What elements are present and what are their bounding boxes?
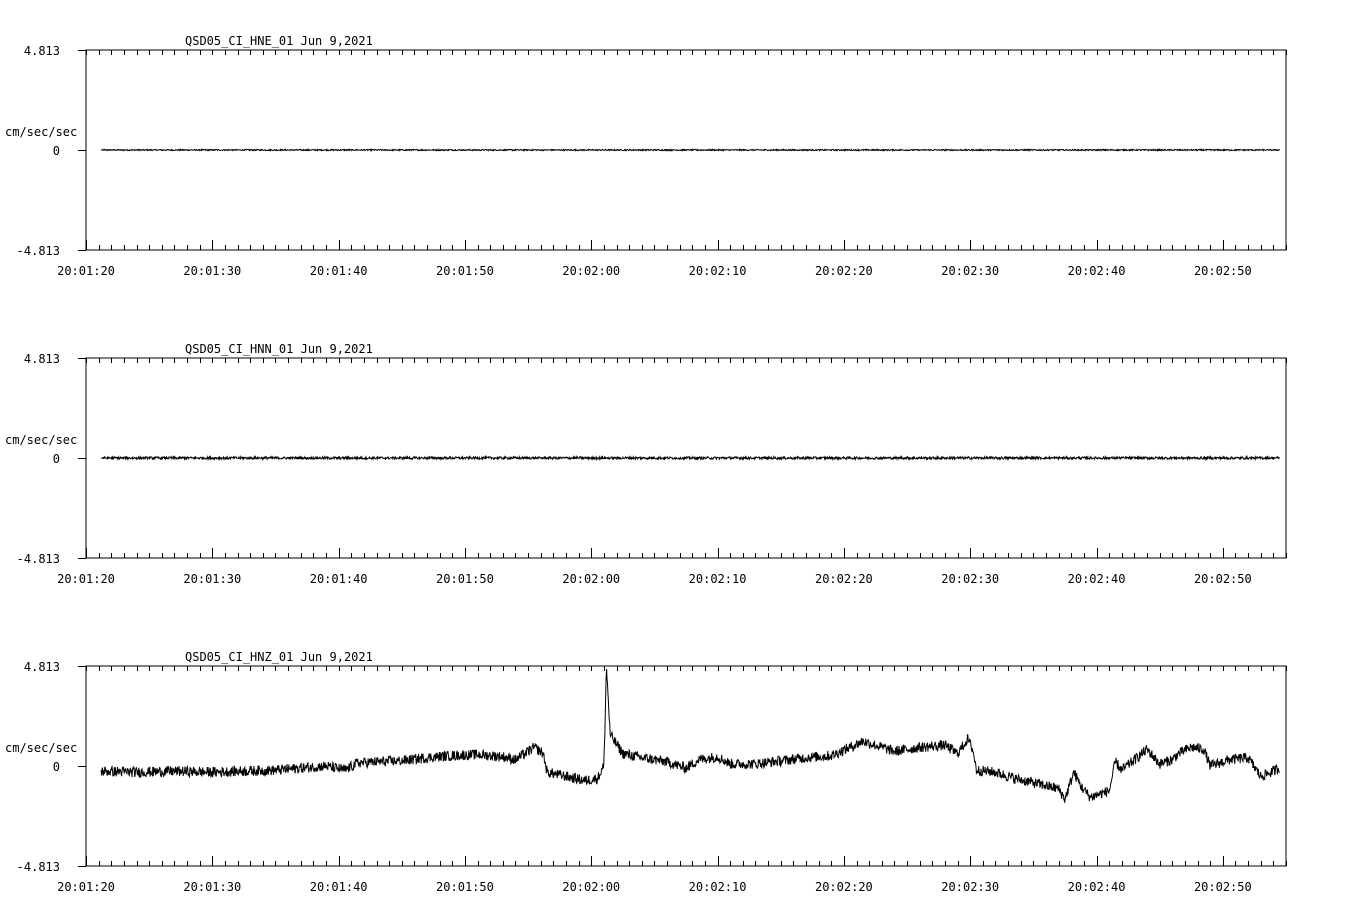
panel-hnz: QSD05_CI_HNZ_01 Jun 9,2021 cm/sec/sec 4.… xyxy=(5,650,1287,894)
x-tick-label: 20:01:20 xyxy=(57,880,115,894)
x-tick-label: 20:02:30 xyxy=(941,880,999,894)
x-tick-label: 20:02:50 xyxy=(1194,880,1252,894)
x-tick-label: 20:01:50 xyxy=(436,880,494,894)
x-tick-label: 20:02:20 xyxy=(815,572,873,586)
x-tick-label: 20:02:30 xyxy=(941,264,999,278)
x-tick-label: 20:02:50 xyxy=(1194,264,1252,278)
panel-hne: QSD05_CI_HNE_01 Jun 9,2021 cm/sec/sec 4.… xyxy=(5,34,1287,278)
x-tick-label: 20:02:20 xyxy=(815,880,873,894)
x-tick-label: 20:01:30 xyxy=(183,880,241,894)
seismogram-figure: QSD05_CI_HNE_01 Jun 9,2021 cm/sec/sec 4.… xyxy=(5,34,1287,894)
y-tick-label-zero: 0 xyxy=(53,144,60,158)
x-tick-label: 20:02:00 xyxy=(562,264,620,278)
x-tick-labels: 20:01:20 20:01:30 20:01:40 20:01:50 20:0… xyxy=(57,264,1252,278)
x-tick-label: 20:02:40 xyxy=(1068,264,1126,278)
series-line xyxy=(100,454,1280,462)
x-tick-label: 20:02:40 xyxy=(1068,572,1126,586)
panel-title: QSD05_CI_HNN_01 Jun 9,2021 xyxy=(185,342,373,356)
y-tick-label-bottom: -4.813 xyxy=(17,860,60,874)
y-tick-label-top: 4.813 xyxy=(24,352,60,366)
y-tick-label-zero: 0 xyxy=(53,452,60,466)
y-axis-label: cm/sec/sec xyxy=(5,433,77,447)
x-tick-label: 20:01:40 xyxy=(310,572,368,586)
x-tick-label: 20:02:50 xyxy=(1194,572,1252,586)
x-tick-label: 20:01:20 xyxy=(57,264,115,278)
x-tick-label: 20:02:30 xyxy=(941,572,999,586)
x-tick-label: 20:02:10 xyxy=(689,880,747,894)
y-tick-label-bottom: -4.813 xyxy=(17,552,60,566)
x-tick-labels: 20:01:20 20:01:30 20:01:40 20:01:50 20:0… xyxy=(57,880,1252,894)
y-tick-label-bottom: -4.813 xyxy=(17,244,60,258)
x-tick-label: 20:02:20 xyxy=(815,264,873,278)
y-axis-label: cm/sec/sec xyxy=(5,125,77,139)
x-tick-label: 20:02:00 xyxy=(562,572,620,586)
x-tick-label: 20:01:40 xyxy=(310,264,368,278)
y-axis-label: cm/sec/sec xyxy=(5,741,77,755)
series-line xyxy=(100,668,1281,804)
x-tick-label: 20:01:50 xyxy=(436,264,494,278)
x-tick-labels: 20:01:20 20:01:30 20:01:40 20:01:50 20:0… xyxy=(57,572,1252,586)
panel-hnn: QSD05_CI_HNN_01 Jun 9,2021 cm/sec/sec 4.… xyxy=(5,342,1287,586)
x-tick-label: 20:02:10 xyxy=(689,264,747,278)
x-tick-label: 20:01:40 xyxy=(310,880,368,894)
y-tick-label-top: 4.813 xyxy=(24,660,60,674)
x-tick-label: 20:01:50 xyxy=(436,572,494,586)
panel-title: QSD05_CI_HNZ_01 Jun 9,2021 xyxy=(185,650,373,664)
y-tick-label-zero: 0 xyxy=(53,760,60,774)
x-tick-label: 20:02:00 xyxy=(562,880,620,894)
x-tick-label: 20:01:30 xyxy=(183,572,241,586)
panel-title: QSD05_CI_HNE_01 Jun 9,2021 xyxy=(185,34,373,48)
x-tick-label: 20:01:20 xyxy=(57,572,115,586)
x-tick-label: 20:02:40 xyxy=(1068,880,1126,894)
x-tick-label: 20:01:30 xyxy=(183,264,241,278)
y-tick-label-top: 4.813 xyxy=(24,44,60,58)
x-tick-label: 20:02:10 xyxy=(689,572,747,586)
series-line xyxy=(100,147,1281,152)
